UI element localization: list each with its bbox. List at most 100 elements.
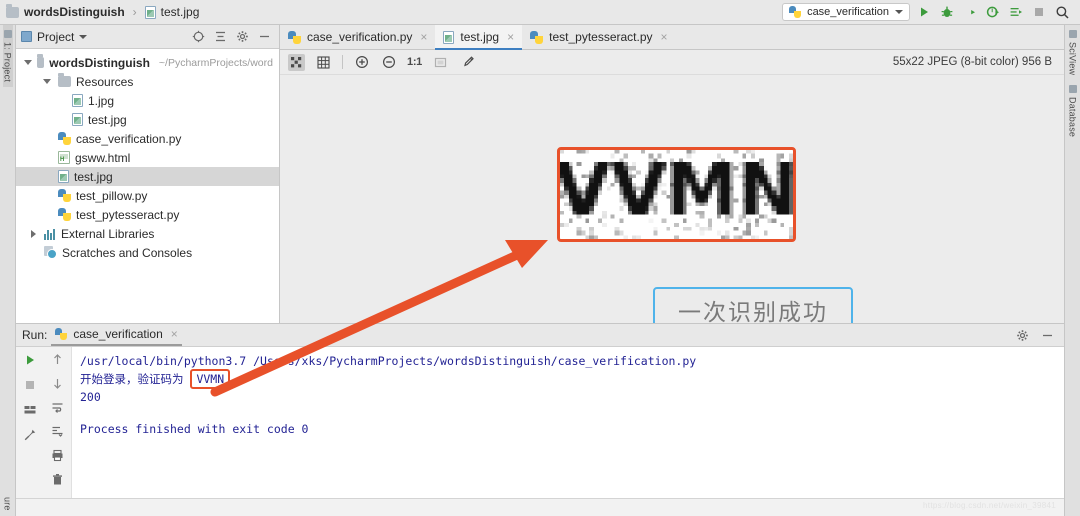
soft-wrap-icon[interactable] (51, 401, 64, 414)
top-bar-right: case_verification (782, 3, 1074, 21)
tree-node-label: case_verification.py (76, 132, 181, 146)
tree-node-label: test.jpg (88, 113, 127, 127)
editor-tab-label: test.jpg (460, 30, 499, 44)
collapse-all-icon[interactable] (214, 30, 227, 43)
html-file-icon (58, 151, 70, 164)
top-bar: wordsDistinguish › test.jpg case_verific… (0, 0, 1080, 25)
pycharm-window: wordsDistinguish › test.jpg case_verific… (0, 0, 1080, 516)
run-panel-actions (1016, 329, 1058, 342)
tree-node[interactable]: External Libraries (16, 224, 279, 243)
run-panel-label: Run: (22, 328, 47, 342)
tree-node[interactable]: case_verification.py (16, 129, 279, 148)
tree-node-label: test.jpg (74, 170, 113, 184)
image-file-icon (72, 94, 83, 107)
actual-size-icon[interactable]: 1:1 (407, 56, 422, 68)
pin-icon[interactable] (23, 428, 37, 442)
tree-node[interactable]: test.jpg (16, 110, 279, 129)
tree-node[interactable]: test_pytesseract.py (16, 205, 279, 224)
print-icon[interactable] (51, 449, 64, 462)
close-icon[interactable]: × (661, 30, 668, 44)
editor-tabs: case_verification.py × test.jpg × test_pytes… (280, 25, 1064, 50)
left-tool-stripe: 1: Project ure (0, 25, 16, 516)
run-tab-case-verification[interactable]: case_verification × (55, 327, 177, 343)
run-gutter-right (44, 347, 72, 498)
run-icon[interactable] (917, 5, 931, 19)
database-icon (1069, 85, 1077, 93)
run-gutter-left (16, 347, 44, 498)
run-configuration-selector[interactable]: case_verification (782, 3, 910, 21)
python-file-icon (288, 31, 301, 44)
chevron-down-icon (79, 35, 87, 39)
annotation-text: 一次识别成功 (678, 293, 828, 324)
breadcrumb-file[interactable]: test.jpg (161, 5, 200, 19)
tree-node[interactable]: test_pillow.py (16, 186, 279, 205)
editor-tab[interactable]: test_pytesseract.py × (522, 25, 675, 49)
rerun-icon[interactable] (23, 353, 37, 367)
hide-panel-icon[interactable] (1041, 329, 1054, 342)
sidebar-item-sciview[interactable]: SciView (1068, 25, 1078, 80)
hide-panel-icon[interactable] (258, 30, 271, 43)
tree-node[interactable]: gsww.html (16, 148, 279, 167)
transparency-chessboard-icon[interactable] (288, 54, 305, 71)
stop-icon[interactable] (23, 378, 37, 392)
image-file-icon (443, 31, 454, 44)
close-icon[interactable]: × (171, 327, 178, 341)
sidebar-item-project[interactable]: 1: Project (3, 25, 13, 87)
color-picker-icon[interactable] (459, 54, 476, 71)
run-tab-label: case_verification (73, 327, 162, 341)
sidebar-item-label: 1: Project (3, 42, 13, 82)
editor-area: case_verification.py × test.jpg × test_pytes… (280, 25, 1064, 323)
python-file-icon (58, 132, 71, 145)
status-bar: https://blog.csdn.net/weixin_39841 (16, 498, 1064, 516)
layout-icon[interactable] (23, 403, 37, 417)
expand-arrow-slot[interactable] (24, 60, 32, 65)
run-dashboard-icon[interactable] (1009, 5, 1023, 19)
profile-icon[interactable] (986, 5, 1000, 19)
image-file-icon (58, 170, 69, 183)
folder-icon (6, 7, 19, 18)
stop-icon[interactable] (1032, 5, 1046, 19)
watermark-text: https://blog.csdn.net/weixin_39841 (923, 501, 1056, 510)
expand-arrow-slot[interactable] (27, 230, 39, 238)
zoom-in-icon[interactable] (353, 54, 370, 71)
settings-gear-icon[interactable] (236, 30, 249, 43)
project-panel-header: Project (16, 25, 279, 49)
expand-arrow-slot[interactable] (41, 79, 53, 84)
editor-tab[interactable]: test.jpg × (435, 25, 522, 49)
toolbar-divider (342, 55, 343, 69)
sidebar-item-structure[interactable]: ure (3, 492, 13, 516)
search-icon[interactable] (1055, 5, 1070, 20)
tree-node[interactable]: Scratches and Consoles (16, 243, 279, 262)
captcha-canvas (560, 150, 793, 239)
upper-area: Project wordsDistinguish ~/PycharmProject… (16, 25, 1064, 323)
sidebar-item-label: Database (1068, 97, 1078, 137)
close-icon[interactable]: × (507, 30, 514, 44)
tree-node[interactable]: 1.jpg (16, 91, 279, 110)
tree-node[interactable]: wordsDistinguish ~/PycharmProjects/word (16, 53, 279, 72)
close-icon[interactable]: × (420, 30, 427, 44)
project-title-label: Project (37, 30, 74, 44)
zoom-out-icon[interactable] (380, 54, 397, 71)
locate-icon[interactable] (192, 30, 205, 43)
scroll-to-end-icon[interactable] (51, 425, 64, 438)
python-file-icon (58, 208, 71, 221)
project-panel-title[interactable]: Project (21, 30, 87, 44)
tree-node[interactable]: test.jpg (16, 167, 279, 186)
tree-node-label: Resources (76, 75, 133, 89)
debug-icon[interactable] (940, 5, 954, 19)
sidebar-item-label: SciView (1068, 42, 1078, 75)
breadcrumb-project[interactable]: wordsDistinguish (24, 5, 125, 19)
trash-icon[interactable] (51, 473, 64, 486)
project-panel: Project wordsDistinguish ~/PycharmProject… (16, 25, 280, 323)
grid-icon[interactable] (315, 54, 332, 71)
console-output[interactable]: /usr/local/bin/python3.7 /Users/xks/Pych… (72, 347, 1064, 498)
settings-gear-icon[interactable] (1016, 329, 1029, 342)
editor-tab[interactable]: case_verification.py × (280, 25, 435, 49)
sidebar-item-database[interactable]: Database (1068, 80, 1078, 142)
chevron-right-icon (31, 230, 36, 238)
down-arrow-icon[interactable] (51, 377, 64, 390)
fit-to-window-icon[interactable] (432, 54, 449, 71)
up-arrow-icon[interactable] (51, 353, 64, 366)
tree-node[interactable]: Resources (16, 72, 279, 91)
run-coverage-icon[interactable] (963, 5, 977, 19)
